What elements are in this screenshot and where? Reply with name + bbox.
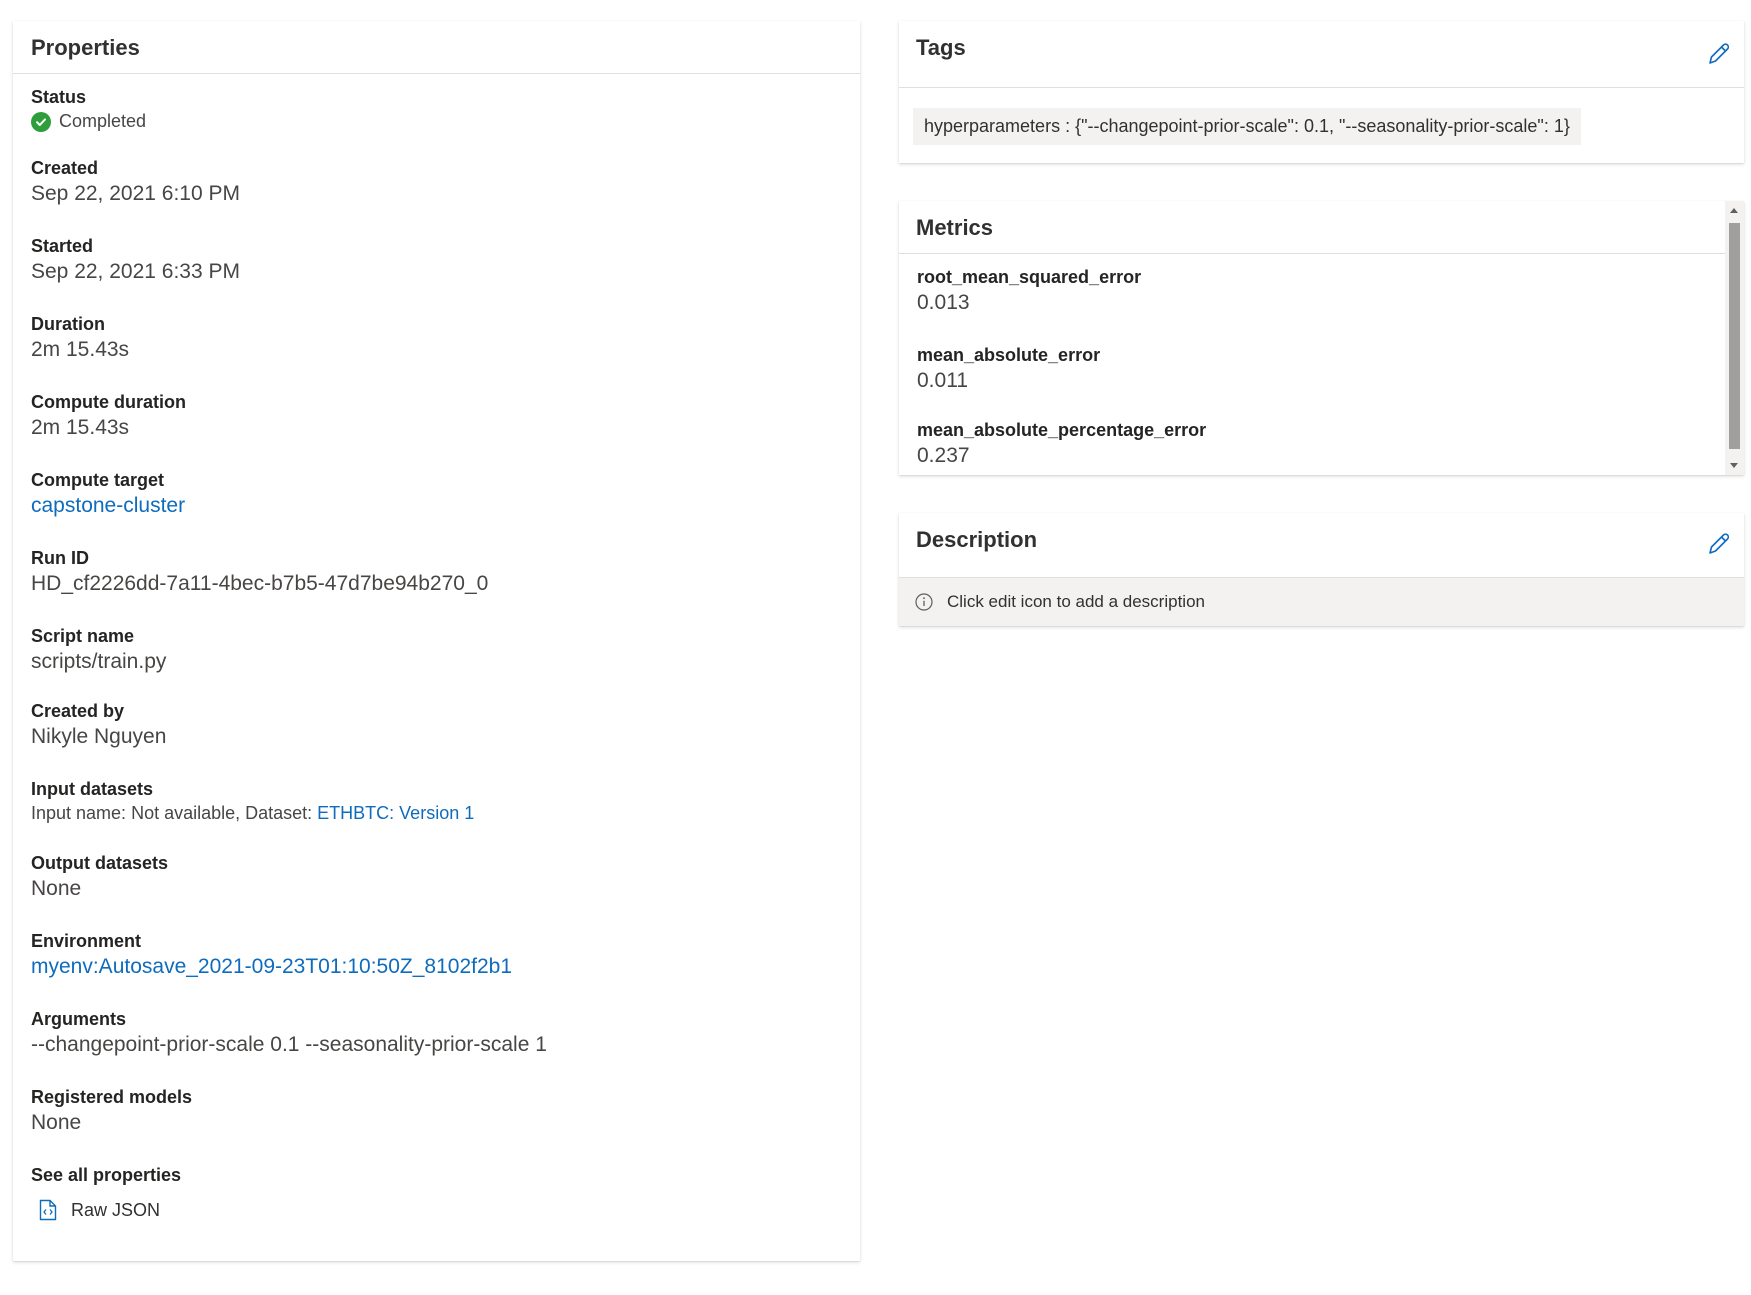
see-all-properties: See all properties Raw JSON — [31, 1163, 181, 1221]
script-name-property: Script name scripts/train.py — [31, 624, 166, 676]
created-by-label: Created by — [31, 701, 125, 721]
metrics-card: Metrics root_mean_squared_error 0.013 me… — [899, 201, 1744, 475]
metric-item: mean_absolute_error 0.011 — [917, 343, 1100, 395]
started-property: Started Sep 22, 2021 6:33 PM — [31, 234, 240, 286]
arguments-label: Arguments — [31, 1009, 127, 1029]
output-datasets-property: Output datasets None — [31, 851, 168, 903]
info-icon — [915, 593, 933, 611]
input-dataset-link[interactable]: ETHBTC: Version 1 — [317, 803, 474, 823]
registered-models-property: Registered models None — [31, 1085, 192, 1137]
created-property: Created Sep 22, 2021 6:10 PM — [31, 156, 240, 208]
metrics-title: Metrics — [916, 215, 994, 240]
input-datasets-label: Input datasets — [31, 779, 154, 799]
metric-name: root_mean_squared_error — [917, 267, 1142, 287]
scroll-thumb[interactable] — [1729, 223, 1740, 449]
tag-chip: hyperparameters : {"--changepoint-prior-… — [913, 108, 1581, 145]
properties-card: Properties Status Completed Created Sep … — [13, 21, 860, 1261]
metric-value: 0.013 — [917, 291, 970, 314]
description-card: Description Click edit icon to add a des… — [899, 513, 1744, 626]
created-by-property: Created by Nikyle Nguyen — [31, 699, 166, 751]
script-name-label: Script name — [31, 626, 135, 646]
check-circle-icon — [31, 111, 51, 132]
duration-value: 2m 15.43s — [31, 338, 130, 361]
compute-duration-value: 2m 15.43s — [31, 416, 130, 439]
scroll-down-arrow-icon[interactable] — [1730, 463, 1738, 468]
run-id-label: Run ID — [31, 548, 89, 568]
tags-title: Tags — [916, 35, 966, 60]
metric-item: mean_absolute_percentage_error 0.237 — [917, 418, 1206, 470]
registered-models-value: None — [31, 1111, 82, 1134]
tags-divider — [899, 87, 1744, 88]
status-value: Completed — [59, 111, 147, 131]
description-title: Description — [916, 527, 1038, 552]
raw-json-label: Raw JSON — [71, 1199, 161, 1220]
environment-property: Environment myenv:Autosave_2021-09-23T01… — [31, 929, 512, 981]
compute-duration-label: Compute duration — [31, 392, 186, 412]
input-datasets-property: Input datasets Input name: Not available… — [31, 777, 474, 825]
edit-tags-pencil-icon[interactable] — [1706, 41, 1732, 67]
run-id-value: HD_cf2226dd-7a11-4bec-b7b5-47d7be94b270_… — [31, 572, 489, 595]
script-name-value: scripts/train.py — [31, 650, 167, 673]
raw-json-button[interactable]: Raw JSON — [31, 1199, 181, 1221]
environment-link[interactable]: myenv:Autosave_2021-09-23T01:10:50Z_8102… — [31, 953, 512, 981]
properties-divider — [13, 73, 860, 74]
run-id-property: Run ID HD_cf2226dd-7a11-4bec-b7b5-47d7be… — [31, 546, 488, 598]
tags-card: Tags hyperparameters : {"--changepoint-p… — [899, 21, 1744, 163]
metric-value: 0.237 — [917, 444, 970, 467]
created-value: Sep 22, 2021 6:10 PM — [31, 182, 240, 205]
status-property: Status Completed — [31, 85, 146, 132]
created-by-value: Nikyle Nguyen — [31, 725, 167, 748]
metric-item: root_mean_squared_error 0.013 — [917, 265, 1141, 317]
created-label: Created — [31, 158, 99, 178]
status-label: Status — [31, 87, 87, 107]
duration-property: Duration 2m 15.43s — [31, 312, 129, 364]
metrics-divider — [899, 253, 1725, 254]
output-datasets-value: None — [31, 877, 82, 900]
started-label: Started — [31, 236, 94, 256]
metrics-scrollbar[interactable] — [1725, 201, 1744, 475]
see-all-label: See all properties — [31, 1165, 182, 1185]
description-placeholder-bar: Click edit icon to add a description — [899, 578, 1744, 626]
properties-title: Properties — [31, 35, 140, 60]
metric-value: 0.011 — [917, 369, 968, 392]
output-datasets-label: Output datasets — [31, 853, 169, 873]
registered-models-label: Registered models — [31, 1087, 193, 1107]
metric-name: mean_absolute_error — [917, 345, 1101, 365]
scroll-up-arrow-icon[interactable] — [1730, 208, 1738, 213]
metric-name: mean_absolute_percentage_error — [917, 420, 1207, 440]
compute-target-link[interactable]: capstone-cluster — [31, 492, 185, 520]
duration-label: Duration — [31, 314, 105, 334]
code-file-icon — [39, 1199, 57, 1221]
environment-label: Environment — [31, 931, 142, 951]
input-datasets-prefix: Input name: Not available, Dataset: — [31, 803, 318, 823]
compute-duration-property: Compute duration 2m 15.43s — [31, 390, 186, 442]
arguments-property: Arguments --changepoint-prior-scale 0.1 … — [31, 1007, 547, 1059]
description-placeholder: Click edit icon to add a description — [947, 592, 1205, 611]
compute-target-label: Compute target — [31, 470, 165, 490]
compute-target-property: Compute target capstone-cluster — [31, 468, 185, 520]
arguments-value: --changepoint-prior-scale 0.1 --seasonal… — [31, 1033, 547, 1056]
edit-description-pencil-icon[interactable] — [1706, 531, 1732, 557]
started-value: Sep 22, 2021 6:33 PM — [31, 260, 240, 283]
